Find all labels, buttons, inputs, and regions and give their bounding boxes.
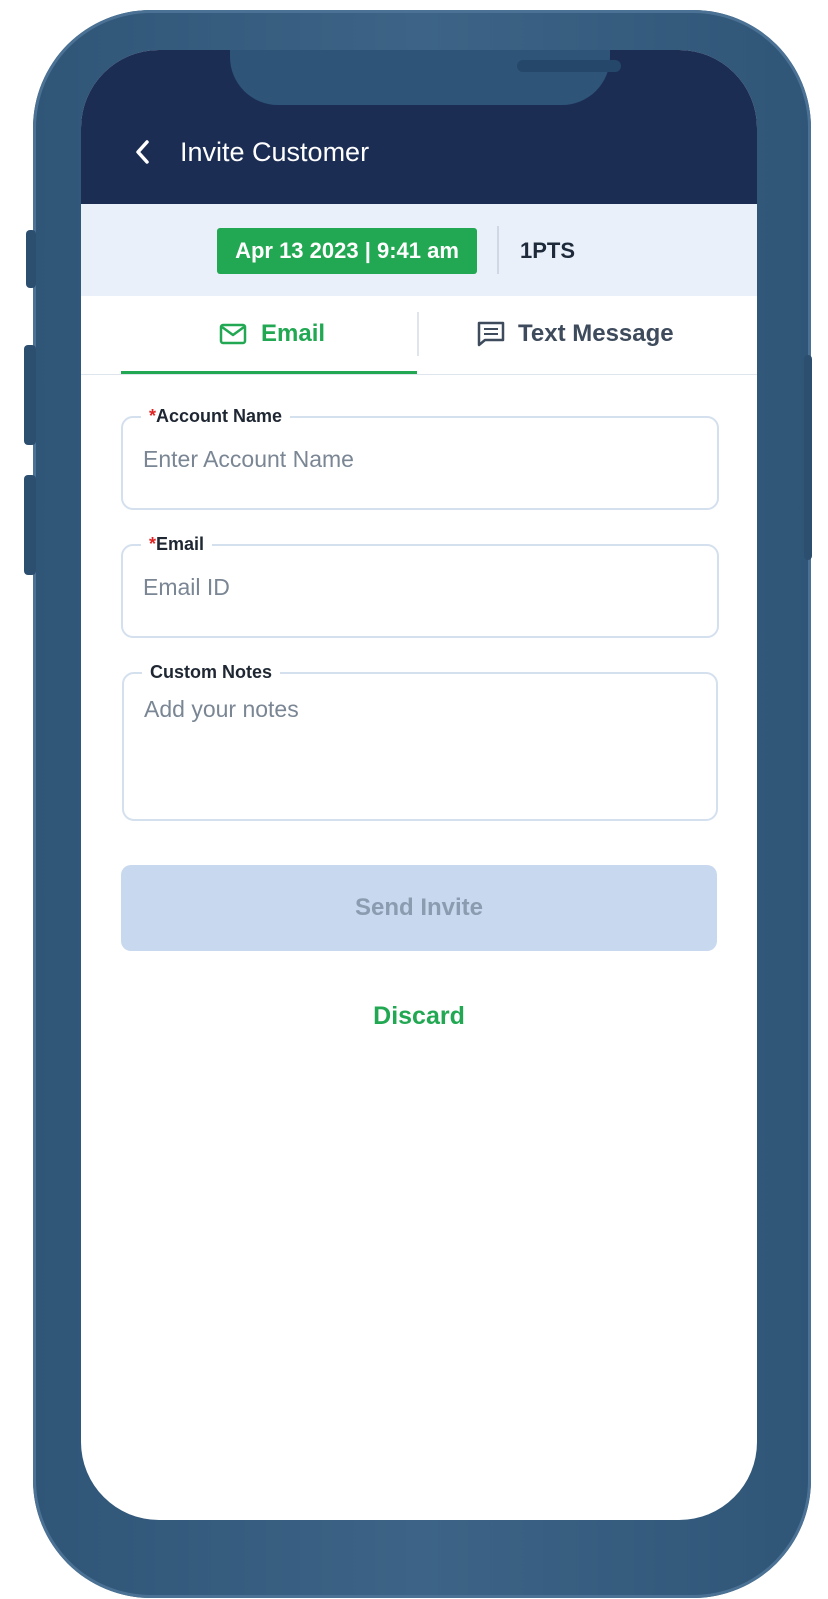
custom-notes-label: Custom Notes xyxy=(142,660,281,684)
discard-button[interactable]: Discard xyxy=(81,1002,757,1031)
send-invite-button[interactable]: Send Invite xyxy=(121,865,717,951)
status-divider xyxy=(497,226,499,274)
account-name-label: *Account Name xyxy=(141,404,291,428)
email-field: *Email xyxy=(121,532,719,638)
email-input[interactable] xyxy=(143,574,693,601)
phone-volume-up-button xyxy=(24,345,36,445)
phone-notch xyxy=(230,50,621,105)
required-marker: * xyxy=(149,406,157,426)
datetime-badge: Apr 13 2023 | 9:41 am xyxy=(217,228,477,274)
custom-notes-field: Custom Notes xyxy=(122,660,718,821)
message-icon xyxy=(477,321,505,347)
account-name-field: *Account Name xyxy=(121,404,719,510)
status-strip: Apr 13 2023 | 9:41 am 1PTS xyxy=(81,204,757,296)
page-title: Invite Customer xyxy=(180,137,370,167)
required-marker: * xyxy=(149,534,157,554)
app-header: Invite Customer xyxy=(81,50,757,204)
email-label: *Email xyxy=(141,532,213,556)
tab-text-message-label: Text Message xyxy=(518,320,674,347)
chevron-left-icon[interactable] xyxy=(131,134,155,170)
active-tab-indicator xyxy=(121,371,417,374)
phone-power-button xyxy=(804,355,812,560)
tab-email-label: Email xyxy=(261,320,326,347)
app-screen: Invite Customer Apr 13 2023 | 9:41 am 1P… xyxy=(81,50,757,1520)
custom-notes-textarea[interactable] xyxy=(144,696,694,806)
phone-silent-switch xyxy=(26,230,36,288)
phone-volume-down-button xyxy=(24,475,36,575)
invite-method-tabs: Email Text Message xyxy=(81,296,757,375)
mail-icon xyxy=(219,323,247,345)
tab-text-message[interactable]: Text Message xyxy=(419,296,757,374)
tab-email[interactable]: Email xyxy=(121,296,417,374)
speaker-grille xyxy=(517,60,621,72)
account-name-input[interactable] xyxy=(143,446,693,473)
points-label: 1PTS xyxy=(520,238,576,263)
